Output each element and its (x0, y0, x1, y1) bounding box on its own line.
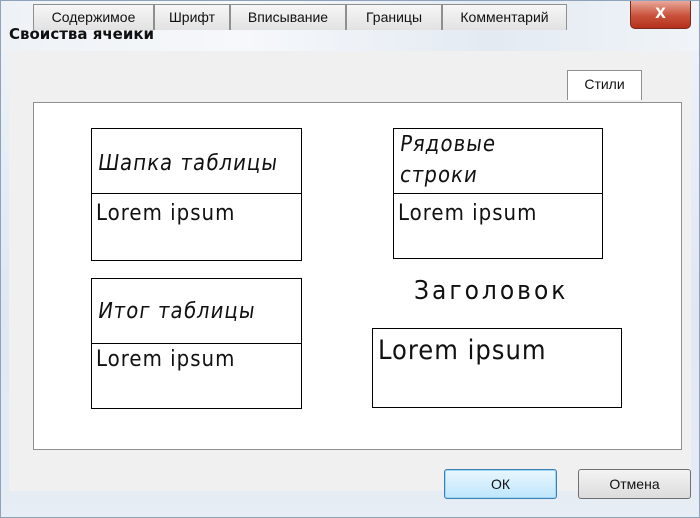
rows-style-sample: Lorem ipsum (398, 201, 538, 226)
close-icon: X (655, 6, 666, 22)
rows-style-label-row: Рядовые строки (394, 129, 602, 194)
cancel-button[interactable]: Отмена (578, 469, 691, 499)
tab-fitting[interactable]: Вписывание (230, 4, 346, 30)
rows-style-label-line1: Рядовые (398, 132, 498, 157)
cell-properties-dialog: Свойства ячейки X Содержимое Шрифт Вписы… (0, 0, 700, 518)
rows-style-preview[interactable]: Рядовые строки Lorem ipsum (393, 128, 603, 259)
header-style-label-row: Шапка таблицы (92, 129, 301, 194)
tab-font[interactable]: Шрифт (154, 4, 230, 30)
tab-content[interactable]: Содержимое (33, 4, 154, 30)
rows-style-label-line2: строки (398, 163, 480, 188)
tab-borders[interactable]: Границы (346, 4, 442, 30)
ok-button[interactable]: ОК (444, 469, 557, 499)
total-style-label: Итог таблицы (96, 299, 258, 324)
title-style-sample: Lorem ipsum (378, 335, 547, 366)
header-style-sample: Lorem ipsum (96, 201, 236, 226)
total-style-preview[interactable]: Итог таблицы Lorem ipsum (91, 278, 302, 409)
header-style-preview[interactable]: Шапка таблицы Lorem ipsum (91, 128, 302, 261)
tab-comment[interactable]: Комментарий (442, 4, 567, 30)
header-style-label: Шапка таблицы (96, 151, 280, 176)
close-button[interactable]: X (630, 1, 691, 29)
total-style-label-row: Итог таблицы (92, 279, 301, 344)
title-style-preview[interactable]: Lorem ipsum (372, 328, 622, 408)
title-style-label: Заголовок (414, 276, 569, 306)
total-style-sample: Lorem ipsum (96, 347, 236, 372)
tab-styles[interactable]: Стили (567, 70, 642, 100)
